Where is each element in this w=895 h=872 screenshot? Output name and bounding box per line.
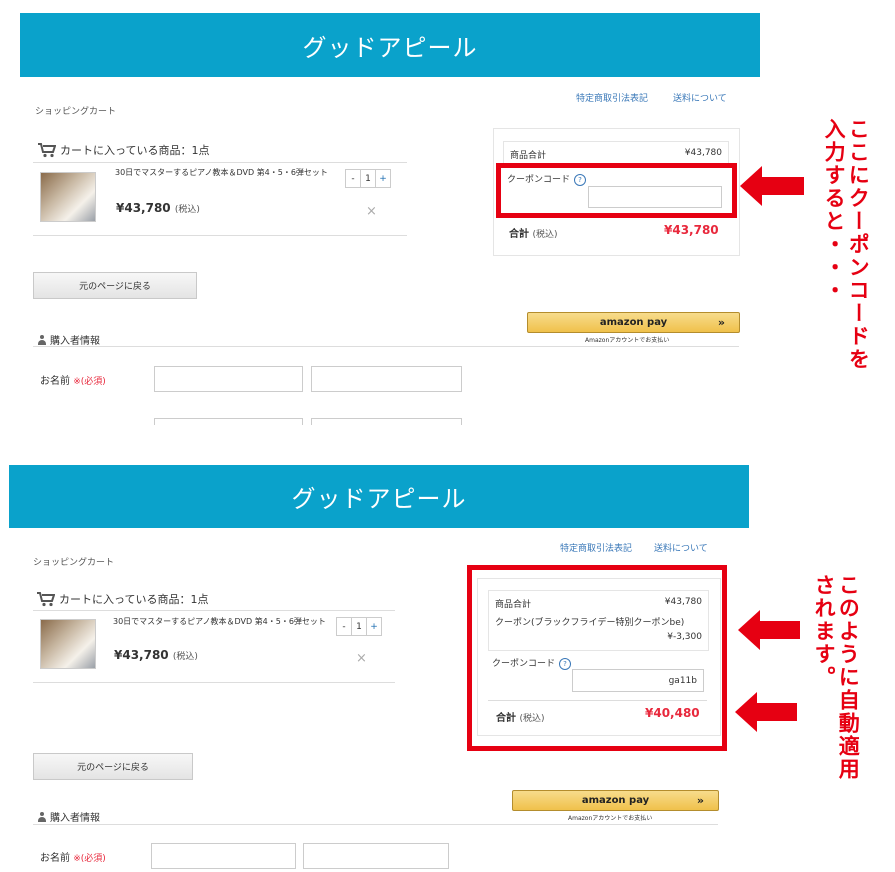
product-name[interactable]: 30日でマスターするピアノ教本＆DVD 第4・5・6弾セット xyxy=(115,168,335,179)
chevron-right-icon: » xyxy=(717,316,725,329)
shop-banner: グッドアピール xyxy=(20,13,760,77)
annotation-bottom-line2: されます。 xyxy=(812,574,837,689)
partial-input[interactable] xyxy=(154,418,303,425)
required-mark: ※(必須) xyxy=(73,854,106,864)
divider xyxy=(33,610,395,611)
arrow-left-icon xyxy=(735,692,797,732)
annotation-bottom-line1: このように自動適用 xyxy=(836,574,861,781)
total-label: 合計 xyxy=(509,229,529,240)
product-price-row: ¥43,780 (税込) xyxy=(114,648,198,662)
product-thumbnail[interactable] xyxy=(40,172,96,222)
first-name-input[interactable] xyxy=(311,366,462,392)
divider xyxy=(33,235,407,236)
annotation-top-line1: ここにクーポンコードを xyxy=(846,118,871,371)
quantity-stepper[interactable]: - 1 + xyxy=(345,169,391,188)
name-label-row: お名前 ※(必須) xyxy=(40,849,106,864)
total-tax-label: (税込) xyxy=(532,230,558,240)
highlight-box xyxy=(467,565,727,751)
last-name-input[interactable] xyxy=(154,366,303,392)
name-label: お名前 xyxy=(40,853,70,864)
divider xyxy=(33,346,739,347)
amazon-pay-label: amazon pay xyxy=(599,317,668,328)
divider xyxy=(33,162,407,163)
cart-icon xyxy=(38,142,56,157)
product-price: ¥43,780 xyxy=(116,201,171,215)
qty-minus-button[interactable]: - xyxy=(337,618,352,635)
product-tax-label: (税込) xyxy=(172,652,198,662)
arrow-left-icon xyxy=(740,166,804,206)
arrow-left-icon xyxy=(738,610,800,650)
divider xyxy=(33,824,718,825)
cart-heading: カートに入っている商品：1点 xyxy=(37,591,208,607)
amazon-pay-button[interactable]: amazon pay » xyxy=(512,790,719,811)
quantity-stepper[interactable]: - 1 + xyxy=(336,617,382,636)
qty-value[interactable]: 1 xyxy=(361,170,376,187)
back-button-label: 元のページに戻る xyxy=(77,763,149,773)
back-button[interactable]: 元のページに戻る xyxy=(33,753,193,780)
subtotal-label: 商品合計 xyxy=(510,151,547,161)
buyer-heading: 購入者情報 xyxy=(37,809,100,824)
divider xyxy=(33,682,395,683)
qty-minus-button[interactable]: - xyxy=(346,170,361,187)
cart-heading: カートに入っている商品：1点 xyxy=(38,142,209,158)
annotation-top: ここにクーポンコードを 入力すると・・・ xyxy=(822,118,870,371)
person-icon xyxy=(37,334,47,345)
page-heading: ショッピングカート xyxy=(33,558,115,568)
highlight-box xyxy=(496,163,737,218)
first-name-input[interactable] xyxy=(303,843,449,869)
product-name[interactable]: 30日でマスターするピアノ教本＆DVD 第4・5・6弾セット xyxy=(113,617,328,628)
annotation-bottom: このように自動適用 されます。 xyxy=(812,574,860,781)
product-price: ¥43,780 xyxy=(114,648,169,662)
product-tax-label: (税込) xyxy=(174,205,200,215)
partial-input[interactable] xyxy=(311,418,462,425)
shop-title: グッドアピール xyxy=(291,485,467,513)
last-name-input[interactable] xyxy=(151,843,296,869)
remove-item-button[interactable]: × xyxy=(356,651,367,666)
back-button[interactable]: 元のページに戻る xyxy=(33,272,197,299)
total-value: ¥43,780 xyxy=(664,223,719,237)
buyer-heading-text: 購入者情報 xyxy=(50,813,100,824)
annotation-top-line2: 入力すると・・・ xyxy=(822,118,847,302)
back-button-label: 元のページに戻る xyxy=(79,282,151,292)
shop-title: グッドアピール xyxy=(302,33,478,62)
amazon-pay-label: amazon pay xyxy=(581,795,650,806)
total-label-row: 合計 (税込) xyxy=(509,225,558,240)
cart-heading-text: カートに入っている商品：1点 xyxy=(60,144,210,157)
amazon-pay-caption: Amazonアカウントでお支払い xyxy=(568,815,653,822)
legal-link[interactable]: 特定商取引法表記 xyxy=(576,91,648,104)
chevron-right-icon: » xyxy=(696,794,704,807)
name-label: お名前 xyxy=(40,376,70,387)
shop-banner: グッドアピール xyxy=(9,465,749,528)
page-heading: ショッピングカート xyxy=(35,107,117,117)
qty-plus-button[interactable]: + xyxy=(367,618,381,635)
person-icon xyxy=(37,811,47,822)
cart-heading-text: カートに入っている商品：1点 xyxy=(59,593,209,606)
product-price-row: ¥43,780 (税込) xyxy=(116,201,200,215)
amazon-pay-button[interactable]: amazon pay » xyxy=(527,312,740,333)
cart-icon xyxy=(37,591,55,606)
shipping-link[interactable]: 送料について xyxy=(673,91,727,104)
qty-value[interactable]: 1 xyxy=(352,618,367,635)
product-thumbnail[interactable] xyxy=(40,619,96,669)
amazon-pay-caption: Amazonアカウントでお支払い xyxy=(585,337,670,344)
legal-link[interactable]: 特定商取引法表記 xyxy=(560,541,632,554)
buyer-heading: 購入者情報 xyxy=(37,332,100,347)
shipping-link[interactable]: 送料について xyxy=(654,541,708,554)
qty-plus-button[interactable]: + xyxy=(376,170,390,187)
remove-item-button[interactable]: × xyxy=(366,204,377,219)
name-label-row: お名前 ※(必須) xyxy=(40,372,106,387)
required-mark: ※(必須) xyxy=(73,377,106,387)
subtotal-value: ¥43,780 xyxy=(684,148,722,158)
buyer-heading-text: 購入者情報 xyxy=(50,336,100,347)
